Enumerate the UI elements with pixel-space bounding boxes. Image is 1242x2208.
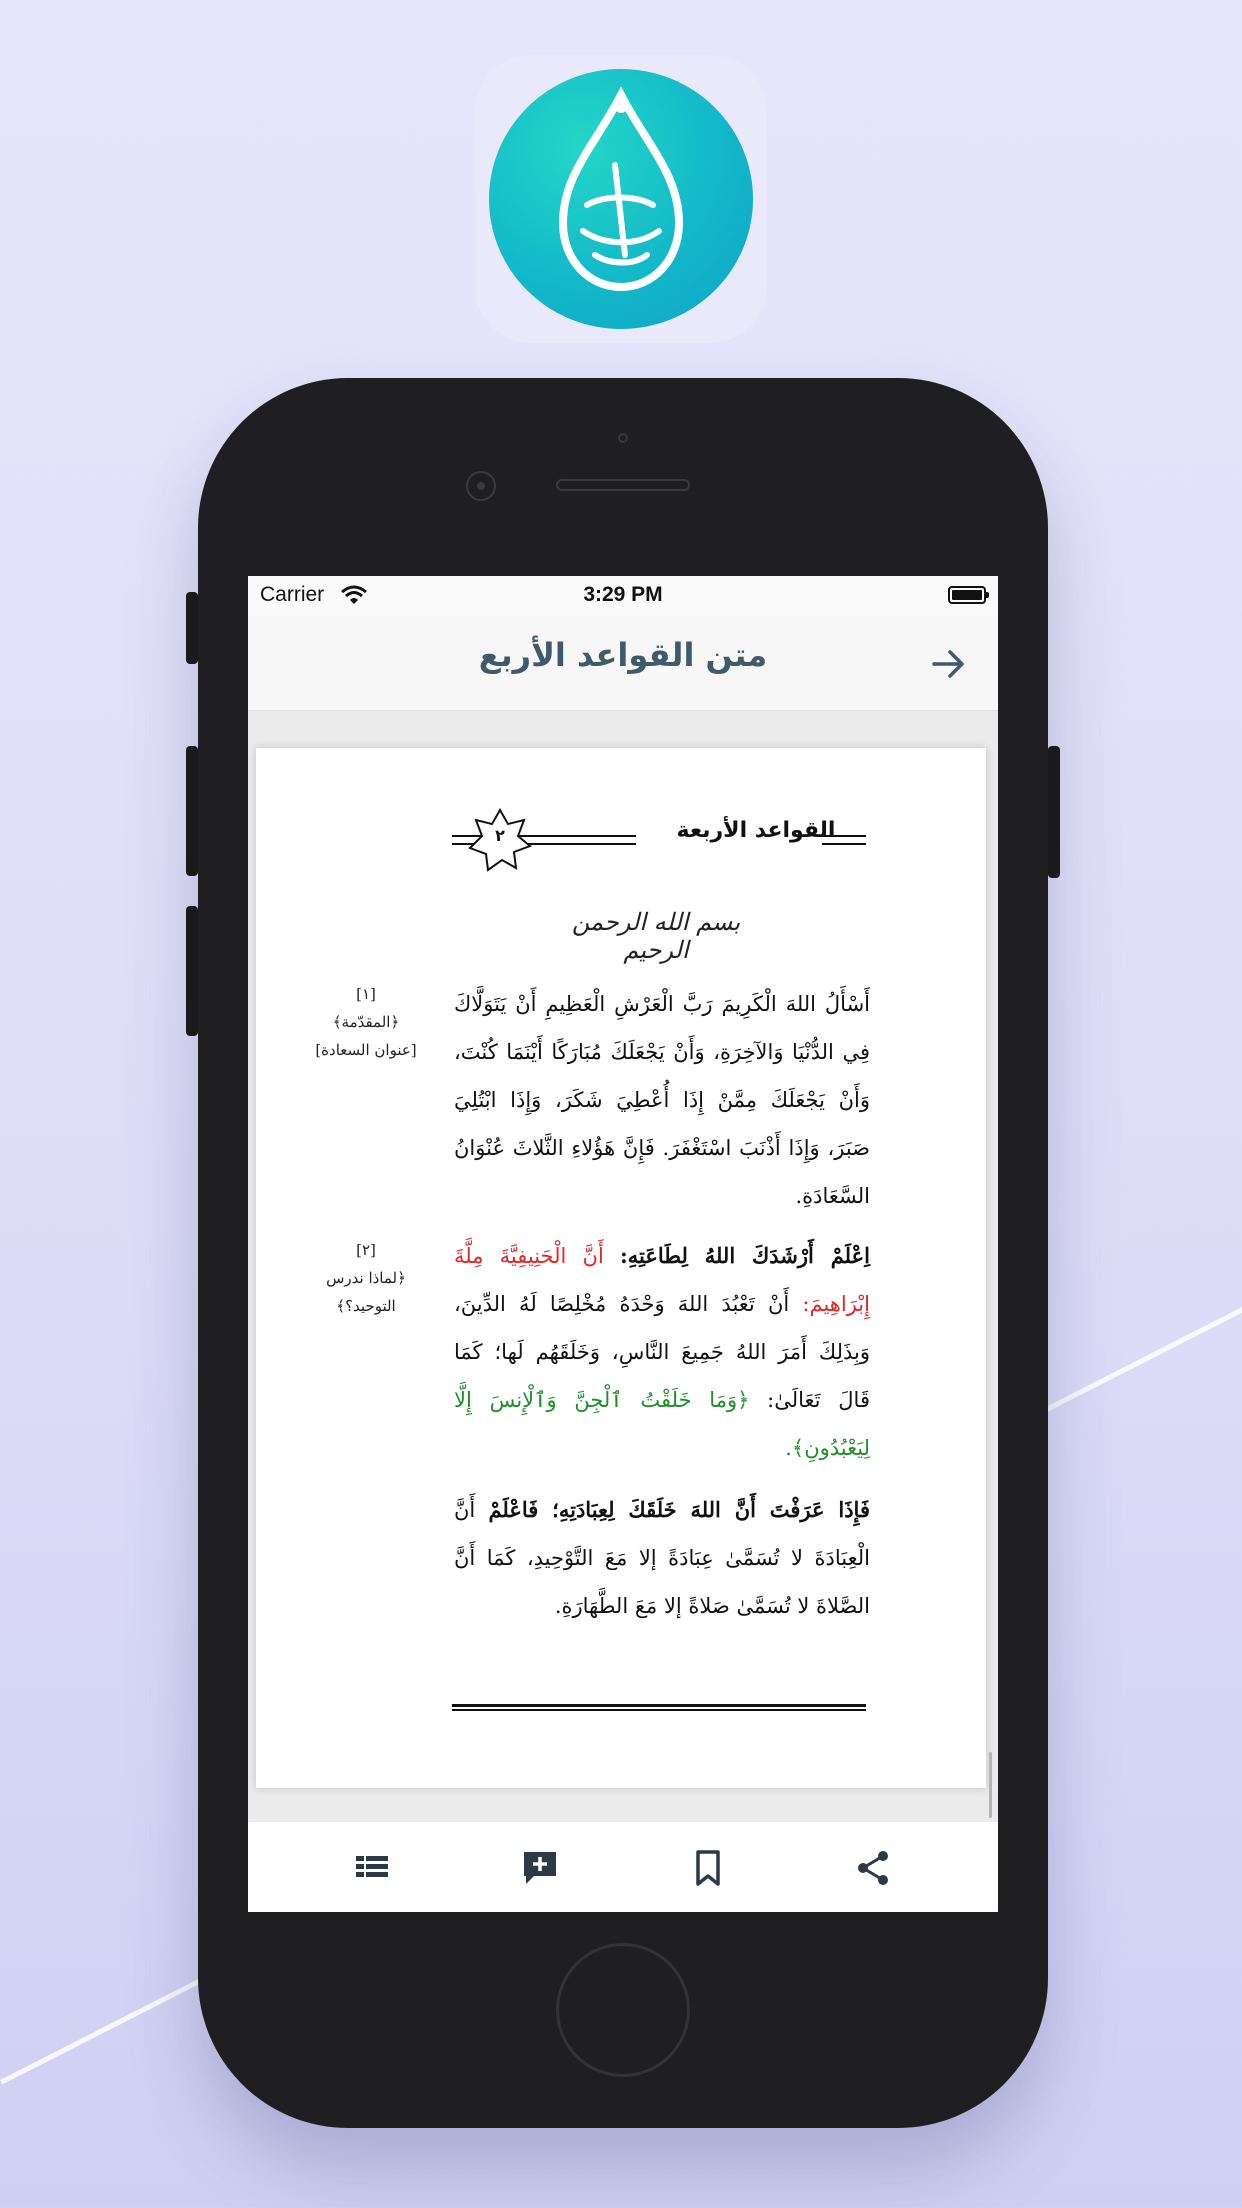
page-title: متن القواعد الأربع [478, 636, 768, 674]
home-button[interactable] [556, 1943, 690, 2077]
navigation-bar: متن القواعد الأربع [248, 616, 998, 711]
share-icon[interactable] [854, 1848, 894, 1888]
front-camera [466, 471, 496, 501]
note-title: ﴿المقدّمة﴾ [332, 1013, 400, 1031]
margin-note-2[interactable]: [٢] ﴿لماذا ندرس التوحيد؟﴾ [296, 1236, 436, 1320]
volume-down-button [186, 906, 198, 1036]
book-header-title: القواعد الأربعة [676, 818, 836, 843]
background-stripe [0, 1975, 208, 2085]
paragraph-3-lead: فَإِذَا عَرَفْتَ أَنَّ اللهَ خَلَقَكَ لِ… [488, 1497, 870, 1522]
note-number: [٢] [356, 1241, 376, 1259]
paragraph-2: اِعْلَمْ أَرْشَدَكَ اللهُ لِطَاعَتِهِ: أ… [454, 1232, 870, 1472]
calligraphy-logo-icon [558, 86, 684, 292]
proximity-sensor [618, 433, 628, 443]
arrow-right-icon[interactable] [931, 649, 967, 679]
bookmark-icon[interactable] [688, 1848, 728, 1888]
volume-up-button [186, 746, 198, 876]
paragraph-3: فَإِذَا عَرَفْتَ أَنَّ اللهَ خَلَقَكَ لِ… [454, 1486, 870, 1630]
background-stripe [1040, 1291, 1242, 1415]
note-subtitle: التوحيد؟﴾ [336, 1297, 396, 1315]
note-title: ﴿لماذا ندرس [326, 1269, 406, 1287]
phone-frame: Carrier 3:29 PM متن القواعد الأربع ٢ الق… [186, 378, 1060, 2128]
table-of-contents-icon[interactable] [352, 1848, 392, 1888]
power-button [1048, 746, 1060, 878]
battery-icon [948, 586, 989, 604]
screen: Carrier 3:29 PM متن القواعد الأربع ٢ الق… [248, 576, 998, 1912]
note-subtitle: [عنوان السعادة] [315, 1041, 417, 1059]
add-note-icon[interactable] [520, 1848, 560, 1888]
bottom-toolbar [248, 1822, 998, 1912]
app-icon [475, 55, 767, 343]
earpiece-speaker [556, 479, 690, 491]
page-footer-rule [452, 1704, 866, 1711]
status-time: 3:29 PM [583, 583, 663, 606]
note-number: [١] [356, 985, 376, 1003]
scroll-indicator[interactable] [989, 1752, 992, 1818]
book-page: ٢ القواعد الأربعة بسم الله الرحمن الرحيم… [256, 748, 986, 1788]
paragraph-2-lead: اِعْلَمْ أَرْشَدَكَ اللهُ لِطَاعَتِهِ: [619, 1243, 870, 1268]
paragraph-1: أَسْأَلُ اللهَ الْكَرِيمَ رَبَّ الْعَرْش… [454, 992, 870, 1208]
status-bar: Carrier 3:29 PM [248, 576, 998, 616]
mute-switch [186, 592, 198, 664]
page-number: ٢ [495, 826, 505, 845]
basmala: بسم الله الرحمن الرحيم [571, 908, 741, 964]
margin-note-1[interactable]: [١] ﴿المقدّمة﴾ [عنوان السعادة] [296, 980, 436, 1064]
